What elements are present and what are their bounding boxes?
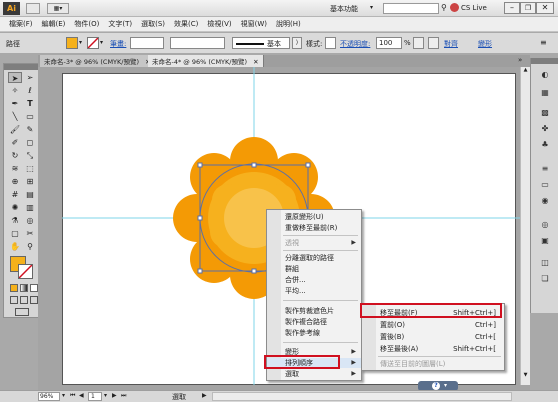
menu-item-join[interactable]: 合併...	[267, 275, 361, 285]
menu-item-send-to-back[interactable]: 移至最後(A) Shift+Ctrl+[	[362, 344, 504, 354]
menu-item-redo-bring-to-front[interactable]: 重做移至最前(R)	[267, 223, 361, 233]
artboard-number-input[interactable]: 1	[88, 392, 102, 401]
menu-item-bring-forward[interactable]: 置前(O) Ctrl+]	[362, 320, 504, 330]
chevron-down-icon[interactable]: ▾	[62, 392, 65, 399]
menu-separator	[283, 342, 358, 343]
status-bar: 96% ▾ ⏮ ◀ 1 ▾ ▶ ⏭ 選取 ▶	[0, 390, 558, 402]
submenu-arrow-icon: ▶	[351, 348, 356, 355]
chevron-down-icon[interactable]: ▾	[104, 392, 107, 399]
submenu-arrow-icon: ▶	[351, 370, 356, 377]
current-tool-status: 選取	[172, 393, 186, 401]
menu-item-make-compound-path[interactable]: 製作複合路徑	[267, 317, 361, 327]
previous-artboard-icon[interactable]: ◀	[79, 392, 84, 399]
zoom-level-input[interactable]: 96%	[38, 392, 60, 401]
menu-item-average[interactable]: 平均...	[267, 286, 361, 296]
menu-item-make-clipping-mask[interactable]: 製作剪裁遮色片	[267, 306, 361, 316]
help-icon[interactable]: ?	[432, 382, 440, 390]
menu-item-make-guides[interactable]: 製作參考線	[267, 328, 361, 338]
menu-item-group[interactable]: 群組	[267, 264, 361, 274]
submenu-arrow-icon: ▶	[351, 359, 356, 366]
bring-to-front-highlight-box	[360, 303, 502, 318]
last-artboard-icon[interactable]: ⏭	[121, 392, 126, 400]
menu-item-perspective: 透視 ▶	[285, 239, 356, 247]
chevron-down-icon[interactable]: ▾	[444, 382, 447, 389]
arrange-highlight-box	[264, 355, 340, 369]
menu-separator	[283, 300, 358, 301]
submenu-arrow-icon: ▶	[351, 239, 356, 246]
menu-item-select[interactable]: 選取 ▶	[267, 369, 361, 379]
status-menu-arrow-icon[interactable]: ▶	[202, 392, 207, 399]
menu-item-isolate-path[interactable]: 分離選取的路徑	[267, 253, 361, 263]
next-artboard-icon[interactable]: ▶	[112, 392, 117, 399]
first-artboard-icon[interactable]: ⏮	[70, 392, 75, 400]
menu-separator	[378, 356, 501, 357]
menu-item-undo-transform[interactable]: 還原變形(U)	[267, 212, 361, 222]
horizontal-scrollbar[interactable]	[212, 392, 512, 401]
menu-item-send-backward[interactable]: 置後(B) Ctrl+[	[362, 332, 504, 342]
menu-separator	[283, 235, 358, 236]
menu-separator	[283, 250, 358, 251]
menu-item-send-to-current-layer: 傳送至目前的圖層(L)	[380, 360, 446, 368]
